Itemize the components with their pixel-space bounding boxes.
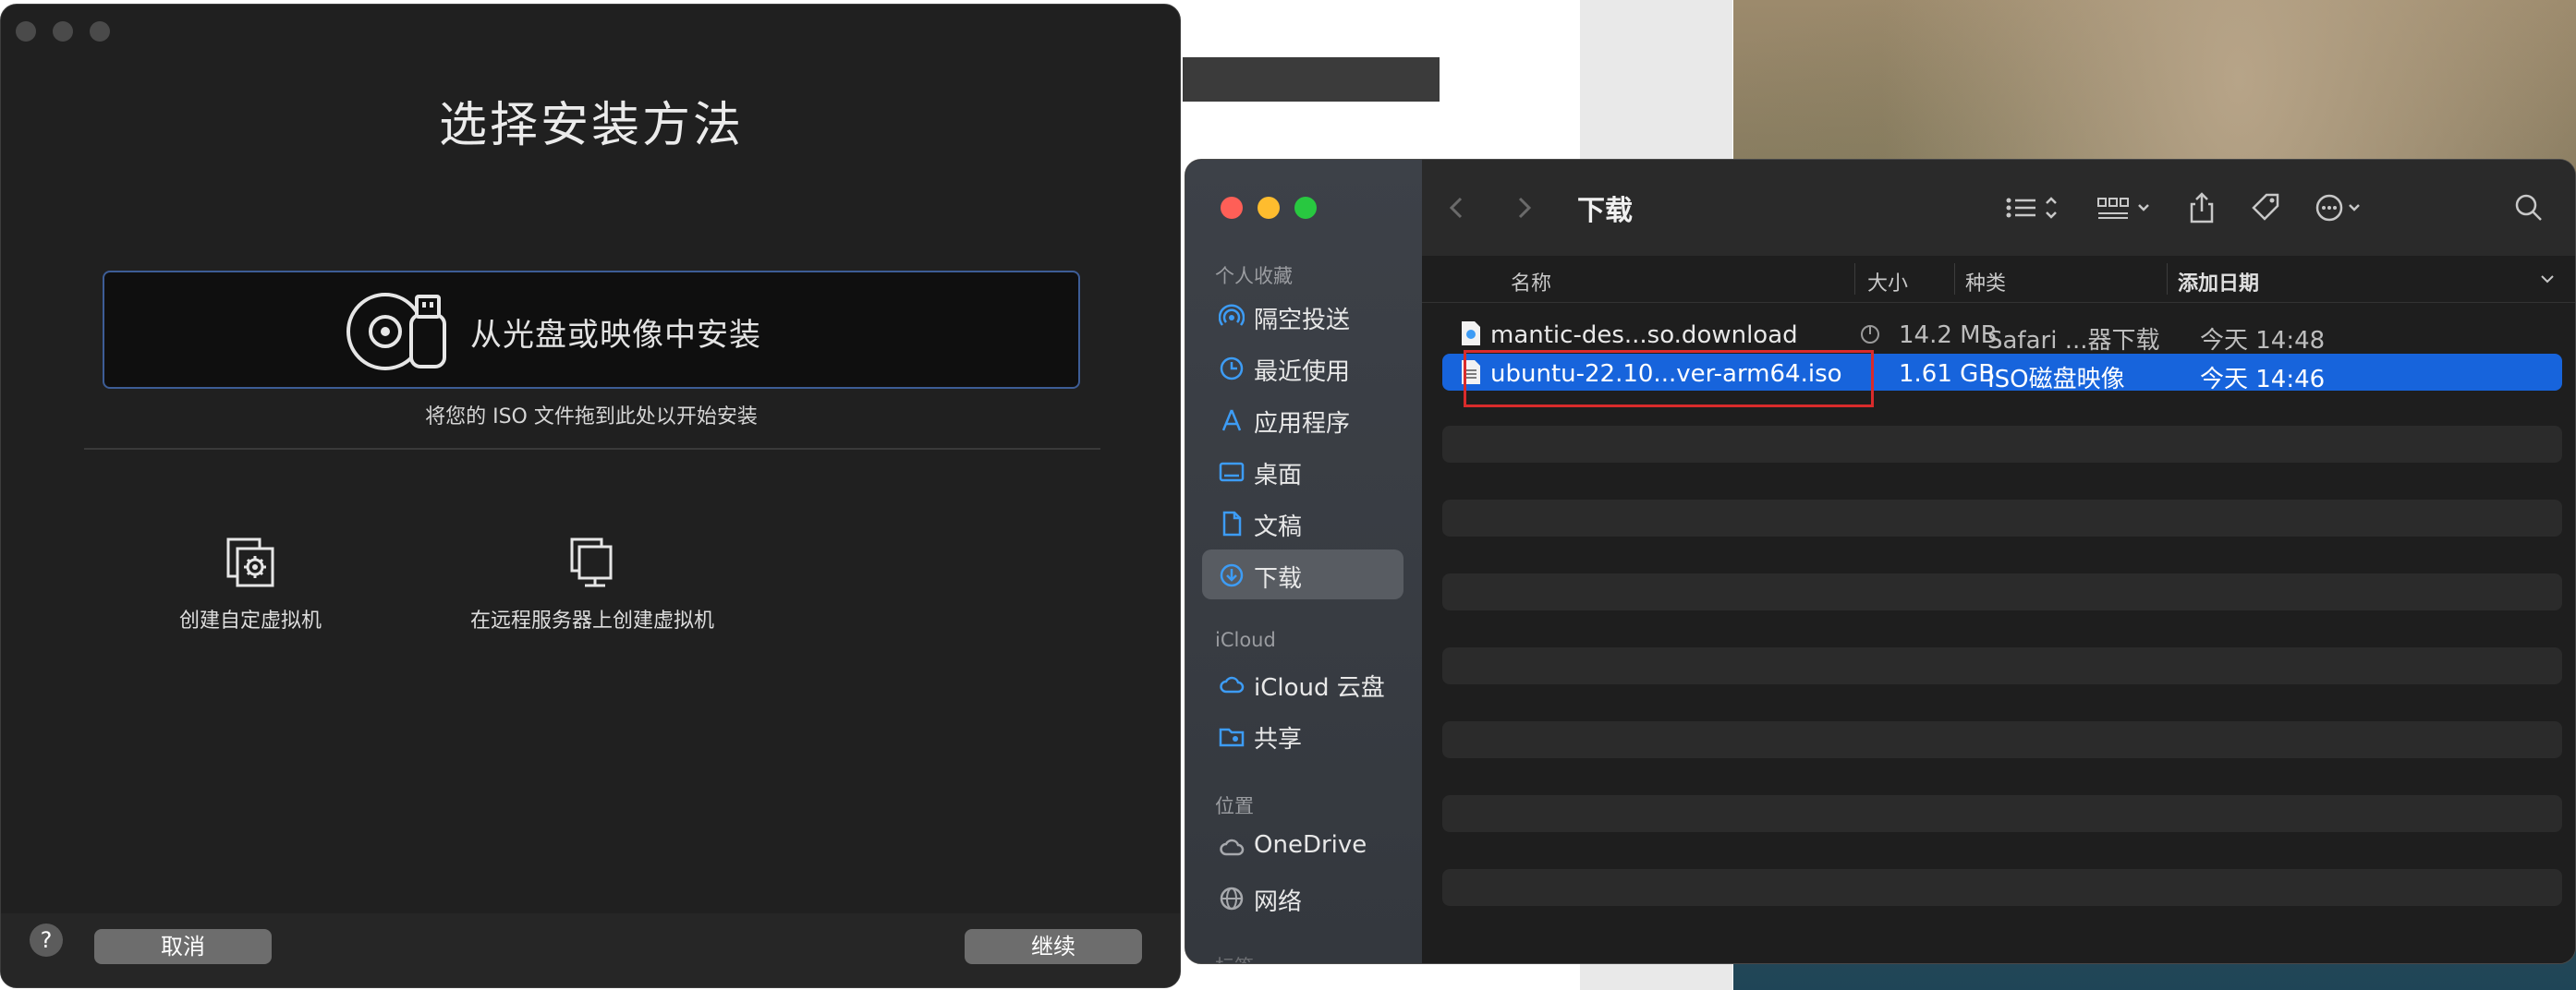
- annotation-highlight-box: [1464, 350, 1874, 407]
- background-window-bar: [1183, 57, 1440, 102]
- file-kind: Safari ...器下载: [1987, 327, 2160, 355]
- file-kind: ISO磁盘映像: [1987, 366, 2125, 393]
- column-divider: [2167, 263, 2168, 295]
- sidebar-section-favorites: 个人收藏: [1215, 265, 1293, 287]
- empty-row: [1442, 721, 2562, 758]
- sidebar-item-downloads[interactable]: 下载: [1202, 549, 1403, 599]
- finder-toolbar: 下载: [1422, 160, 2575, 257]
- sidebar-section-tags: 标签: [1215, 952, 1254, 963]
- back-icon[interactable]: [1440, 191, 1474, 224]
- sidebar-item-label: 下载: [1254, 565, 1303, 593]
- file-row[interactable]: mantic-des...so.download 14.2 MB Safari …: [1442, 315, 2562, 355]
- continue-button[interactable]: 继续: [965, 929, 1142, 964]
- empty-row: [1442, 647, 2562, 684]
- sidebar-item-label: 文稿: [1254, 513, 1303, 541]
- file-date: 今天 14:46: [2200, 366, 2326, 393]
- finder-title: 下载: [1577, 195, 1633, 227]
- file-name: mantic-des...so.download: [1490, 321, 1798, 349]
- sidebar-item-label: 应用程序: [1254, 410, 1351, 438]
- finder-sidebar: 个人收藏 隔空投送 最近使用 应用程序 桌面 文稿 下载 iCloud iClo…: [1185, 160, 1422, 963]
- close-button[interactable]: [1221, 197, 1243, 219]
- empty-row: [1442, 869, 2562, 906]
- column-name[interactable]: 名称: [1511, 267, 1551, 296]
- create-remote-vm-option[interactable]: 在远程服务器上创建虚拟机: [444, 536, 740, 634]
- column-header: 名称 大小 种类 添加日期: [1422, 256, 2575, 303]
- disc-usb-icon: [346, 293, 446, 370]
- empty-row: [1442, 573, 2562, 610]
- tag-icon[interactable]: [2250, 191, 2283, 224]
- sidebar-item-recents[interactable]: 最近使用: [1202, 343, 1403, 392]
- file-date: 今天 14:48: [2200, 327, 2326, 355]
- share-icon[interactable]: [2185, 191, 2218, 224]
- iso-drop-zone[interactable]: 从光盘或映像中安装: [103, 271, 1080, 389]
- sidebar-item-label: 隔空投送: [1254, 307, 1351, 334]
- sidebar-item-shared[interactable]: 共享: [1202, 710, 1403, 760]
- sidebar-item-label: iCloud 云盘: [1254, 674, 1385, 702]
- sidebar-item-label: 网络: [1254, 888, 1303, 916]
- create-remote-vm-label: 在远程服务器上创建虚拟机: [469, 610, 714, 633]
- group-icon[interactable]: [2096, 191, 2161, 224]
- empty-row: [1442, 426, 2562, 463]
- desktop-icon: [1219, 462, 1245, 482]
- minimize-button[interactable]: [1258, 197, 1280, 219]
- divider: [84, 448, 1100, 450]
- empty-row: [1442, 795, 2562, 832]
- custom-vm-icon: [226, 537, 274, 587]
- progress-icon: [1861, 325, 1879, 344]
- sort-chevron-icon[interactable]: [2540, 272, 2555, 285]
- zoom-button[interactable]: [1294, 197, 1317, 219]
- applications-icon: [1221, 409, 1242, 431]
- drop-zone-label: 从光盘或映像中安装: [470, 317, 761, 354]
- sidebar-item-label: 共享: [1254, 726, 1303, 754]
- sidebar-item-onedrive[interactable]: OneDrive: [1202, 821, 1403, 871]
- create-custom-vm-label: 创建自定虚拟机: [178, 610, 322, 633]
- sidebar-item-desktop[interactable]: 桌面: [1202, 446, 1403, 496]
- download-file-icon: [1462, 321, 1480, 345]
- column-divider: [1954, 263, 1955, 295]
- sidebar-item-documents[interactable]: 文稿: [1202, 498, 1403, 548]
- window-close-dot[interactable]: [16, 21, 36, 42]
- sidebar-item-icloud-drive[interactable]: iCloud 云盘: [1202, 658, 1403, 708]
- window-minimize-dot[interactable]: [53, 21, 73, 42]
- sidebar-item-label: 桌面: [1254, 462, 1303, 489]
- column-date-added[interactable]: 添加日期: [2178, 267, 2259, 296]
- cancel-button[interactable]: 取消: [94, 929, 272, 964]
- drop-zone-hint: 将您的 ISO 文件拖到此处以开始安装: [425, 405, 758, 429]
- sidebar-section-icloud: iCloud: [1215, 629, 1276, 651]
- column-size[interactable]: 大小: [1867, 267, 1908, 296]
- sidebar-section-locations: 位置: [1215, 795, 1254, 817]
- search-icon[interactable]: [2512, 191, 2546, 224]
- empty-row: [1442, 500, 2562, 537]
- installer-window: 选择安装方法 从光盘或映像中安装 将您的 ISO 文件拖到此处以开始安装 创建自…: [0, 4, 1181, 988]
- finder-window: 个人收藏 隔空投送 最近使用 应用程序 桌面 文稿 下载 iCloud iClo…: [1185, 159, 2576, 964]
- more-actions-icon[interactable]: [2315, 191, 2370, 224]
- cloud-outline-icon: [1220, 839, 1245, 856]
- remote-server-icon: [570, 537, 613, 587]
- help-button[interactable]: ?: [30, 924, 63, 957]
- sidebar-item-label: OneDrive: [1254, 831, 1367, 859]
- window-zoom-dot[interactable]: [90, 21, 110, 42]
- airdrop-icon: [1219, 304, 1245, 326]
- installer-title: 选择安装方法: [438, 98, 744, 153]
- column-divider: [1854, 263, 1855, 295]
- file-size: 1.61 GB: [1899, 360, 1996, 388]
- finder-content: 下载 名称 大小 种类 添加日期 mantic-des...so.downloa…: [1422, 160, 2575, 963]
- sidebar-item-airdrop[interactable]: 隔空投送: [1202, 291, 1403, 341]
- download-icon: [1220, 563, 1244, 587]
- forward-icon[interactable]: [1507, 191, 1540, 224]
- globe-icon: [1220, 887, 1244, 911]
- clock-icon: [1220, 356, 1244, 380]
- file-size: 14.2 MB: [1899, 321, 1998, 349]
- list-view-icon[interactable]: [2004, 191, 2069, 224]
- shared-folder-icon: [1219, 728, 1245, 747]
- document-icon: [1222, 511, 1242, 537]
- column-kind[interactable]: 种类: [1965, 267, 2006, 296]
- sidebar-item-applications[interactable]: 应用程序: [1202, 394, 1403, 444]
- sidebar-item-label: 最近使用: [1254, 358, 1351, 386]
- sidebar-item-network[interactable]: 网络: [1202, 873, 1403, 923]
- cloud-icon: [1220, 676, 1245, 694]
- create-custom-vm-option[interactable]: 创建自定虚拟机: [167, 536, 334, 634]
